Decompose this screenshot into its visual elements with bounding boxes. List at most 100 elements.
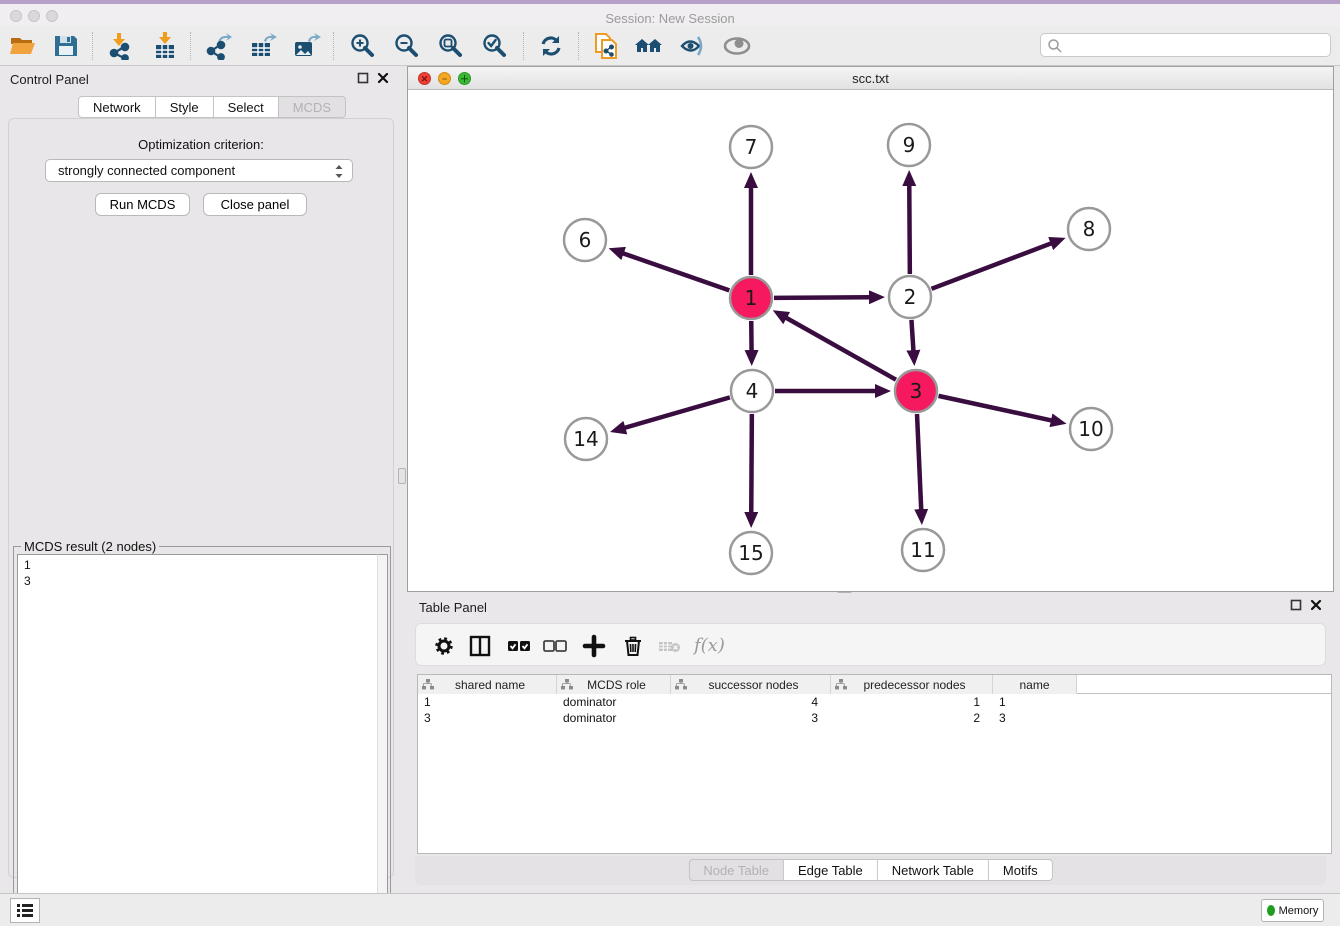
zoom-in-icon[interactable] bbox=[348, 32, 378, 60]
cell-name[interactable]: 1 bbox=[993, 694, 1077, 710]
tab-network[interactable]: Network bbox=[78, 96, 156, 118]
cell-mcds-role[interactable]: dominator bbox=[557, 710, 671, 726]
window-title: Session: New Session bbox=[0, 11, 1340, 26]
refresh-icon[interactable] bbox=[536, 32, 566, 60]
tab-motifs[interactable]: Motifs bbox=[989, 859, 1053, 881]
search-box bbox=[1040, 33, 1331, 57]
column-header-name[interactable]: name bbox=[993, 675, 1077, 694]
column-type-icon bbox=[835, 679, 847, 690]
edge-3-10[interactable] bbox=[938, 396, 1051, 421]
cell-predecessor-nodes[interactable]: 1 bbox=[831, 694, 993, 710]
cell-predecessor-nodes[interactable]: 2 bbox=[831, 710, 993, 726]
table-toolbar: f(x) bbox=[415, 623, 1326, 666]
graph-node-label-8: 8 bbox=[1083, 217, 1096, 241]
mcds-result-title: MCDS result (2 nodes) bbox=[21, 539, 159, 554]
copy-network-icon[interactable] bbox=[591, 32, 621, 60]
toolbar-separator bbox=[333, 32, 334, 60]
cell-successor-nodes[interactable]: 4 bbox=[671, 694, 831, 710]
table-row[interactable]: 3 dominator 3 2 3 bbox=[418, 710, 1331, 726]
show-all-icon[interactable] bbox=[722, 32, 752, 60]
task-list-icon bbox=[11, 899, 39, 922]
criterion-select[interactable]: strongly connected component bbox=[45, 159, 353, 182]
graph-node-label-6: 6 bbox=[579, 228, 592, 252]
zoom-out-icon[interactable] bbox=[392, 32, 422, 60]
add-column-icon[interactable] bbox=[580, 632, 608, 660]
first-neighbors-icon[interactable] bbox=[634, 32, 664, 60]
mcds-panel: Optimization criterion: strongly connect… bbox=[8, 118, 394, 878]
open-file-icon[interactable] bbox=[8, 32, 38, 60]
cell-shared-name[interactable]: 3 bbox=[418, 710, 557, 726]
window-title-bar: Session: New Session bbox=[0, 4, 1340, 26]
graph-node-label-15: 15 bbox=[738, 541, 763, 565]
node-table[interactable]: shared name MCDS role successor nodes pr… bbox=[417, 674, 1332, 854]
graph-node-label-9: 9 bbox=[903, 133, 916, 157]
tab-select[interactable]: Select bbox=[214, 96, 279, 118]
graph-node-label-4: 4 bbox=[746, 379, 759, 403]
search-icon bbox=[1047, 38, 1063, 54]
toolbar-separator bbox=[190, 32, 191, 60]
graph-node-label-3: 3 bbox=[910, 379, 923, 403]
close-panel-icon[interactable] bbox=[377, 72, 389, 84]
vertical-splitter-grip[interactable] bbox=[398, 468, 406, 484]
main-toolbar bbox=[0, 26, 1340, 66]
memory-button[interactable]: Memory bbox=[1261, 899, 1324, 922]
cell-shared-name[interactable]: 1 bbox=[418, 694, 557, 710]
column-header-predecessor-nodes[interactable]: predecessor nodes bbox=[831, 675, 993, 694]
edge-2-9[interactable] bbox=[909, 185, 910, 274]
column-header-successor-nodes[interactable]: successor nodes bbox=[671, 675, 831, 694]
graph-node-label-14: 14 bbox=[573, 427, 598, 451]
export-image-icon[interactable] bbox=[291, 32, 321, 60]
cell-successor-nodes[interactable]: 3 bbox=[671, 710, 831, 726]
tab-network-table[interactable]: Network Table bbox=[878, 859, 989, 881]
edge-4-14[interactable] bbox=[624, 397, 729, 428]
zoom-fit-icon[interactable] bbox=[436, 32, 466, 60]
cell-mcds-role[interactable]: dominator bbox=[557, 694, 671, 710]
tab-edge-table[interactable]: Edge Table bbox=[784, 859, 878, 881]
search-input[interactable] bbox=[1065, 35, 1325, 55]
delete-table-icon[interactable] bbox=[656, 632, 684, 660]
tab-node-table[interactable]: Node Table bbox=[688, 859, 784, 881]
close-panel-icon[interactable] bbox=[1310, 599, 1322, 611]
function-builder-icon[interactable]: f(x) bbox=[694, 632, 734, 660]
control-panel-tabs: Network Style Select MCDS bbox=[78, 96, 346, 118]
save-session-icon[interactable] bbox=[51, 32, 81, 60]
table-settings-icon[interactable] bbox=[430, 632, 458, 660]
column-header-shared-name[interactable]: shared name bbox=[418, 675, 557, 694]
delete-column-icon[interactable] bbox=[619, 632, 647, 660]
import-table-icon[interactable] bbox=[150, 32, 180, 60]
table-tabs: Node Table Edge Table Network Table Moti… bbox=[688, 859, 1052, 881]
deselect-all-icon[interactable] bbox=[541, 632, 569, 660]
edge-2-3[interactable] bbox=[911, 320, 913, 351]
edge-3-11[interactable] bbox=[917, 414, 921, 510]
column-header-mcds-role[interactable]: MCDS role bbox=[557, 675, 671, 694]
network-graph-canvas[interactable]: 7968124314101511 bbox=[408, 90, 1333, 591]
tab-mcds[interactable]: MCDS bbox=[279, 96, 346, 118]
import-network-icon[interactable] bbox=[106, 32, 136, 60]
mcds-result-text[interactable]: 1 3 bbox=[17, 554, 377, 918]
float-panel-icon[interactable] bbox=[1290, 599, 1302, 611]
export-table-icon[interactable] bbox=[248, 32, 278, 60]
edge-1-6[interactable] bbox=[623, 253, 730, 290]
network-window-title: scc.txt bbox=[408, 71, 1333, 86]
run-mcds-button[interactable]: Run MCDS bbox=[95, 193, 190, 216]
edge-1-2[interactable] bbox=[774, 297, 870, 298]
network-view-window: ✕ − ＋ scc.txt 7968124314101511 bbox=[407, 66, 1334, 592]
edge-2-8[interactable] bbox=[932, 243, 1052, 289]
mcds-result-scrollbar[interactable] bbox=[377, 554, 388, 918]
cell-name[interactable]: 3 bbox=[993, 710, 1077, 726]
hide-selected-icon[interactable] bbox=[678, 32, 708, 60]
criterion-value: strongly connected component bbox=[58, 163, 235, 178]
edge-3-1[interactable] bbox=[786, 318, 896, 380]
column-layout-icon[interactable] bbox=[466, 632, 494, 660]
tab-style[interactable]: Style bbox=[156, 96, 214, 118]
optimization-criterion-label: Optimization criterion: bbox=[9, 137, 393, 152]
close-panel-button[interactable]: Close panel bbox=[203, 193, 307, 216]
float-panel-icon[interactable] bbox=[357, 72, 369, 84]
zoom-selected-icon[interactable] bbox=[480, 32, 510, 60]
table-row[interactable]: 1 dominator 4 1 1 bbox=[418, 694, 1331, 710]
edge-4-15[interactable] bbox=[751, 414, 752, 513]
export-network-icon[interactable] bbox=[204, 32, 234, 60]
task-history-button[interactable] bbox=[10, 898, 40, 923]
table-panel: Table Panel f(x) bbox=[407, 595, 1334, 890]
select-all-icon[interactable] bbox=[505, 632, 533, 660]
